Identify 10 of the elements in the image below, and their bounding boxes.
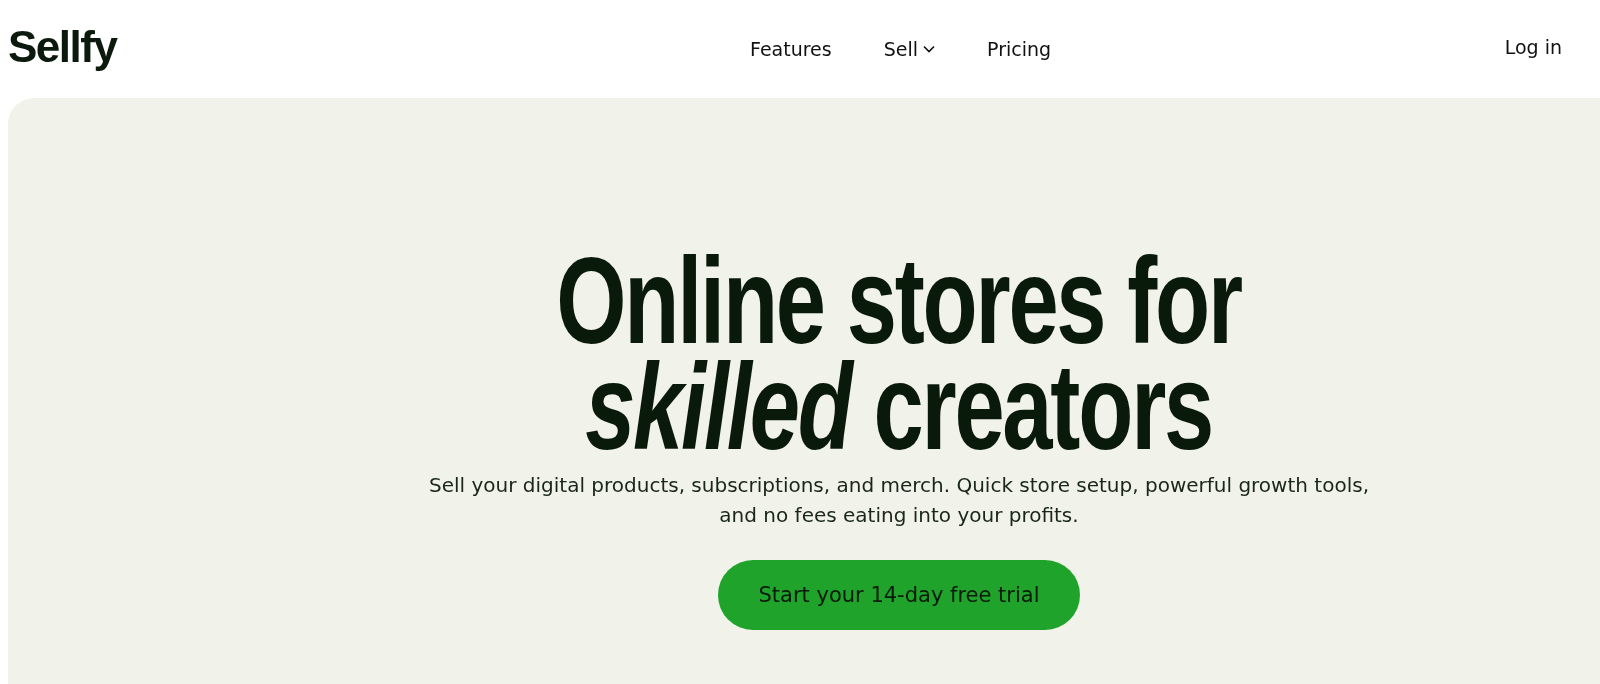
trial-button[interactable]: Start your 14-day free trial <box>718 560 1080 630</box>
logo[interactable]: Sellfy <box>8 22 117 72</box>
hero-subtitle: Sell your digital products, subscriptions, and merch. Quick store setup, powerful growth tools, and no fees eating into your profits. <box>428 472 1370 529</box>
headline: Online stores for <box>556 248 1242 354</box>
chevron-down-icon <box>923 45 935 53</box>
headline: skilled creators <box>585 354 1213 460</box>
nav-link[interactable]: Pricing <box>987 38 1052 60</box>
nav-link[interactable]: Features <box>750 38 832 60</box>
login-link[interactable]: Log in <box>1504 36 1562 58</box>
nav-link[interactable]: Sell <box>883 38 935 60</box>
